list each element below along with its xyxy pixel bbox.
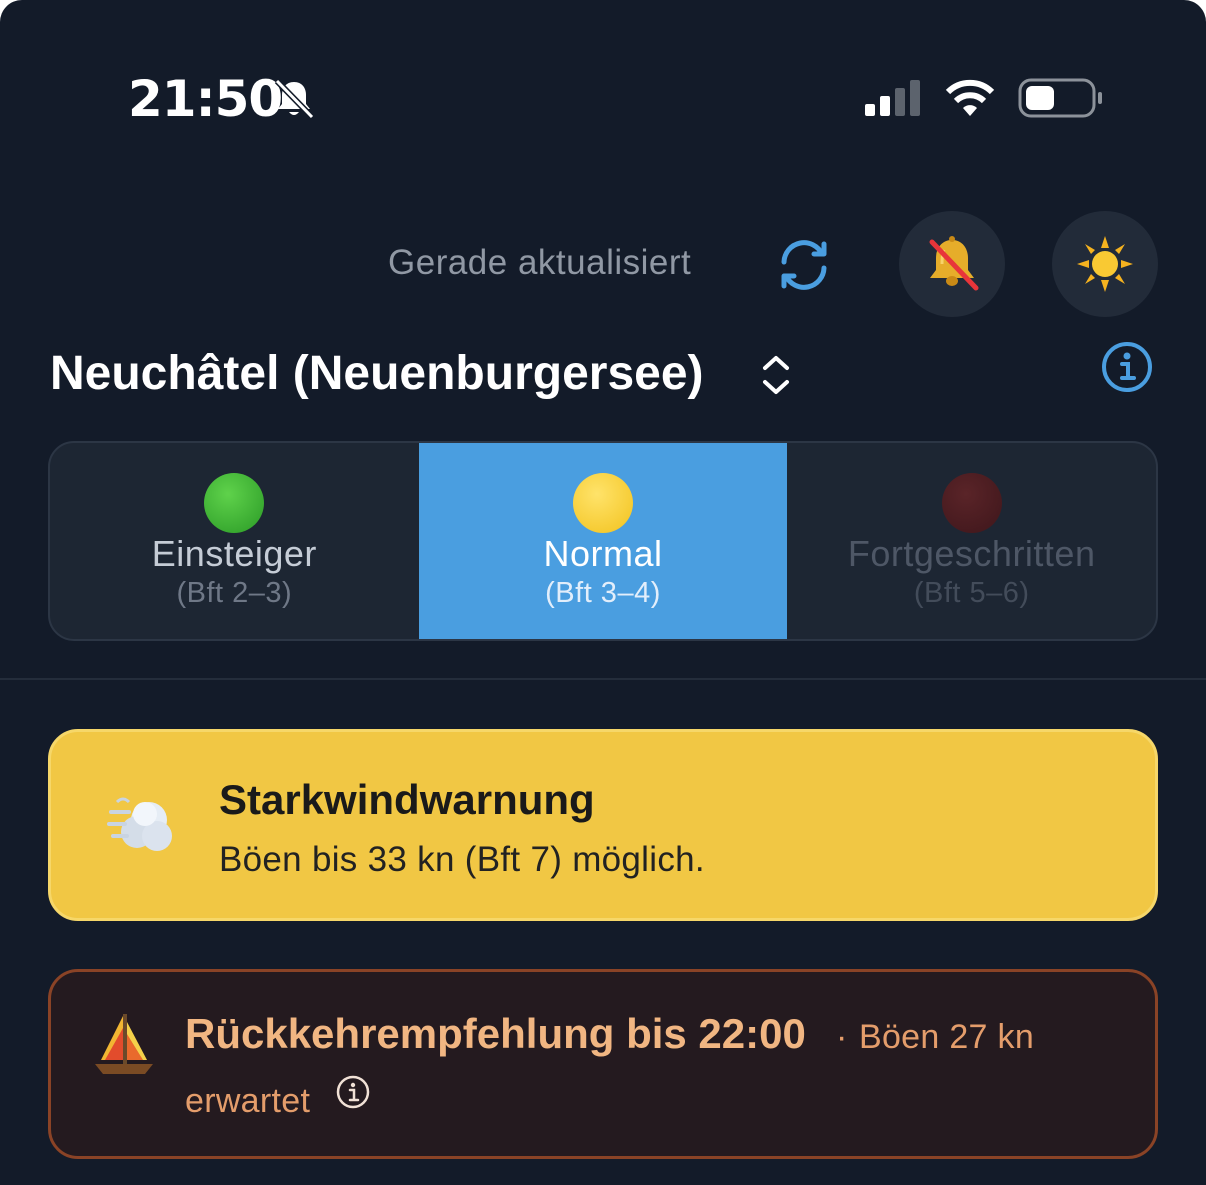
level-option-normal[interactable]: Normal (Bft 3–4) — [418, 443, 788, 639]
warning-title: Starkwindwarnung — [219, 776, 595, 823]
return-advice-title: Rückkehrempfehlung bis 22:00 — [185, 1010, 806, 1057]
chevron-up-down-icon[interactable] — [758, 352, 794, 398]
app-screen: 21:50 Gerade aktualisiert Neuchâtel (Neu… — [0, 0, 1206, 1185]
theme-toggle-button[interactable] — [1052, 211, 1158, 317]
section-divider — [0, 678, 1206, 680]
wind-face-icon — [107, 797, 172, 851]
level-option-einsteiger[interactable]: Einsteiger (Bft 2–3) — [50, 443, 419, 639]
notifications-button[interactable] — [899, 211, 1005, 317]
strong-wind-warning-card[interactable]: Starkwindwarnung Böen bis 33 kn (Bft 7) … — [48, 729, 1158, 921]
wifi-icon — [945, 79, 995, 116]
yellow-dot-icon — [573, 473, 633, 533]
green-dot-icon — [204, 473, 265, 533]
sailboat-icon — [95, 1014, 153, 1074]
refresh-icon[interactable] — [774, 236, 834, 294]
level-label: Einsteiger — [151, 533, 317, 574]
info-circle-icon[interactable] — [335, 1074, 371, 1110]
location-title[interactable]: Neuchâtel (Neuenburgersee) — [50, 346, 704, 401]
level-range: (Bft 3–4) — [545, 577, 661, 609]
level-range: (Bft 5–6) — [913, 577, 1030, 609]
level-selector: Einsteiger (Bft 2–3) Normal (Bft 3–4) Fo… — [48, 441, 1158, 641]
bell-slash-icon — [274, 78, 315, 120]
warning-text: Böen bis 33 kn (Bft 7) möglich. — [219, 840, 705, 879]
level-option-fortgeschritten[interactable]: Fortgeschritten (Bft 5–6) — [787, 443, 1156, 639]
last-updated-text: Gerade aktualisiert — [388, 243, 692, 282]
bell-crossed-icon — [929, 236, 979, 291]
red-dot-icon — [941, 473, 1002, 533]
expected-text: erwartet — [185, 1082, 311, 1120]
info-circle-icon[interactable] — [1100, 340, 1154, 394]
sun-icon — [1077, 236, 1133, 292]
separator-dot: · — [836, 1018, 848, 1056]
level-label: Normal — [543, 533, 663, 574]
level-range: (Bft 2–3) — [176, 577, 293, 609]
status-time: 21:50 — [128, 70, 283, 128]
return-advice-card[interactable]: Rückkehrempfehlung bis 22:00 · Böen 27 k… — [48, 969, 1158, 1159]
cellular-signal-icon — [865, 80, 920, 116]
gusts-value: Böen 27 kn — [859, 1018, 1035, 1056]
battery-icon — [1018, 78, 1102, 118]
level-label: Fortgeschritten — [847, 533, 1096, 574]
